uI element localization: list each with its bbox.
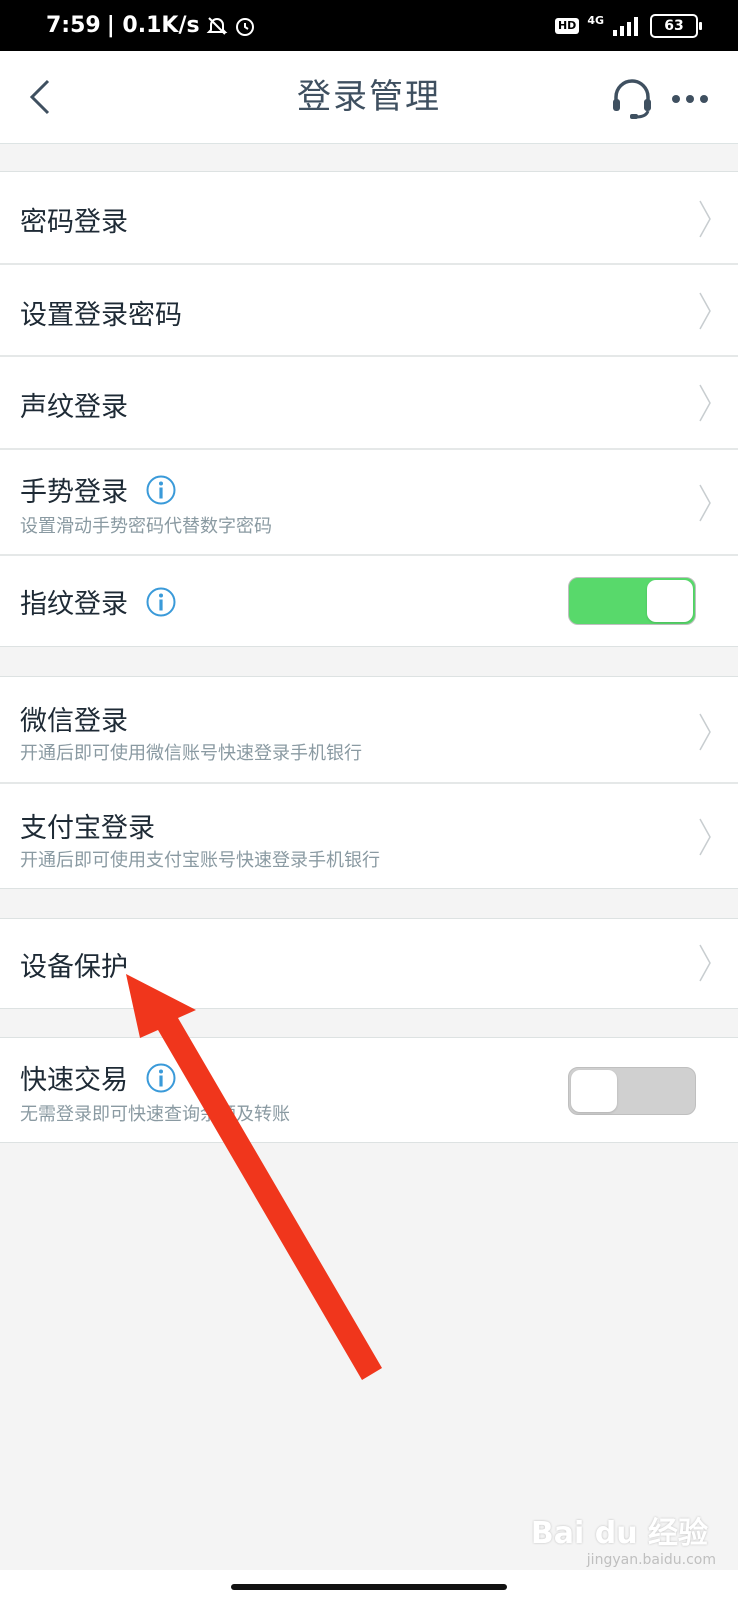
chevron-right-icon <box>699 484 711 522</box>
row-title: 设备保护 <box>20 952 128 983</box>
chevron-right-icon <box>699 818 711 856</box>
row-subtitle: 开通后即可使用微信账号快速登录手机银行 <box>20 743 362 764</box>
home-indicator[interactable] <box>231 1584 507 1590</box>
info-icon[interactable] <box>146 1063 176 1093</box>
chevron-right-icon <box>699 200 711 238</box>
chevron-right-icon <box>699 944 711 982</box>
alarm-clock-icon <box>235 17 254 36</box>
list-item-password-login[interactable]: 密码登录 <box>0 172 738 265</box>
status-speed: | 0.1K/s <box>106 13 200 38</box>
login-methods-group: 密码登录 设置登录密码 声纹登录 手势登录 设置滑动手势密码代替数字密码 指纹登… <box>0 171 738 647</box>
row-subtitle: 无需登录即可快速查询余额及转账 <box>20 1104 290 1125</box>
chevron-right-icon <box>699 384 711 422</box>
toggle-knob <box>647 580 693 622</box>
fingerprint-login-toggle[interactable] <box>568 577 696 625</box>
nav-bar: 登录管理 <box>0 51 738 144</box>
info-icon[interactable] <box>146 475 176 505</box>
chevron-right-icon <box>699 713 711 751</box>
list-item-wechat-login[interactable]: 微信登录 开通后即可使用微信账号快速登录手机银行 <box>0 677 738 784</box>
device-protection-group: 设备保护 <box>0 918 738 1009</box>
row-title: 指纹登录 <box>20 589 128 620</box>
battery-indicator: 63 <box>650 13 702 38</box>
list-item-set-login-password[interactable]: 设置登录密码 <box>0 265 738 357</box>
list-item-alipay-login[interactable]: 支付宝登录 开通后即可使用支付宝账号快速登录手机银行 <box>0 784 738 888</box>
row-subtitle: 设置滑动手势密码代替数字密码 <box>20 516 272 537</box>
row-title: 支付宝登录 <box>20 813 155 844</box>
row-title: 手势登录 <box>20 477 128 508</box>
signal-icon <box>613 16 638 36</box>
row-title-wrap: 手势登录 <box>20 470 176 509</box>
baidu-watermark: Bai du 经验 <box>530 1516 708 1551</box>
status-bar: 7:59 | 0.1K/s HD 4G 63 <box>0 0 738 51</box>
row-title-wrap: 指纹登录 <box>20 582 176 621</box>
hd-badge: HD <box>554 17 580 34</box>
watermark-url: jingyan.baidu.com <box>586 1552 716 1568</box>
row-subtitle: 开通后即可使用支付宝账号快速登录手机银行 <box>20 850 380 871</box>
customer-service-headset-icon[interactable] <box>610 77 654 121</box>
row-title: 快速交易 <box>20 1065 128 1096</box>
mute-bell-icon <box>206 16 228 35</box>
status-time: 7:59 <box>46 13 101 38</box>
row-title: 密码登录 <box>20 207 128 238</box>
info-icon[interactable] <box>146 587 176 617</box>
more-options-icon[interactable] <box>668 81 712 117</box>
row-title: 设置登录密码 <box>20 300 182 331</box>
list-item-fingerprint-login: 指纹登录 <box>0 556 738 646</box>
list-item-voiceprint-login[interactable]: 声纹登录 <box>0 357 738 450</box>
row-title-wrap: 快速交易 <box>20 1058 176 1097</box>
chevron-right-icon <box>699 292 711 330</box>
battery-level: 63 <box>664 17 684 34</box>
toggle-knob <box>571 1070 617 1112</box>
network-label: 4G <box>587 14 604 27</box>
list-item-device-protection[interactable]: 设备保护 <box>0 919 738 1008</box>
list-item-gesture-login[interactable]: 手势登录 设置滑动手势密码代替数字密码 <box>0 450 738 556</box>
row-title: 声纹登录 <box>20 392 128 423</box>
quick-transaction-toggle[interactable] <box>568 1067 696 1115</box>
list-item-quick-transaction: 快速交易 无需登录即可快速查询余额及转账 <box>0 1038 738 1142</box>
quick-transaction-group: 快速交易 无需登录即可快速查询余额及转账 <box>0 1037 738 1143</box>
row-title: 微信登录 <box>20 706 128 737</box>
third-party-login-group: 微信登录 开通后即可使用微信账号快速登录手机银行 支付宝登录 开通后即可使用支付… <box>0 676 738 889</box>
